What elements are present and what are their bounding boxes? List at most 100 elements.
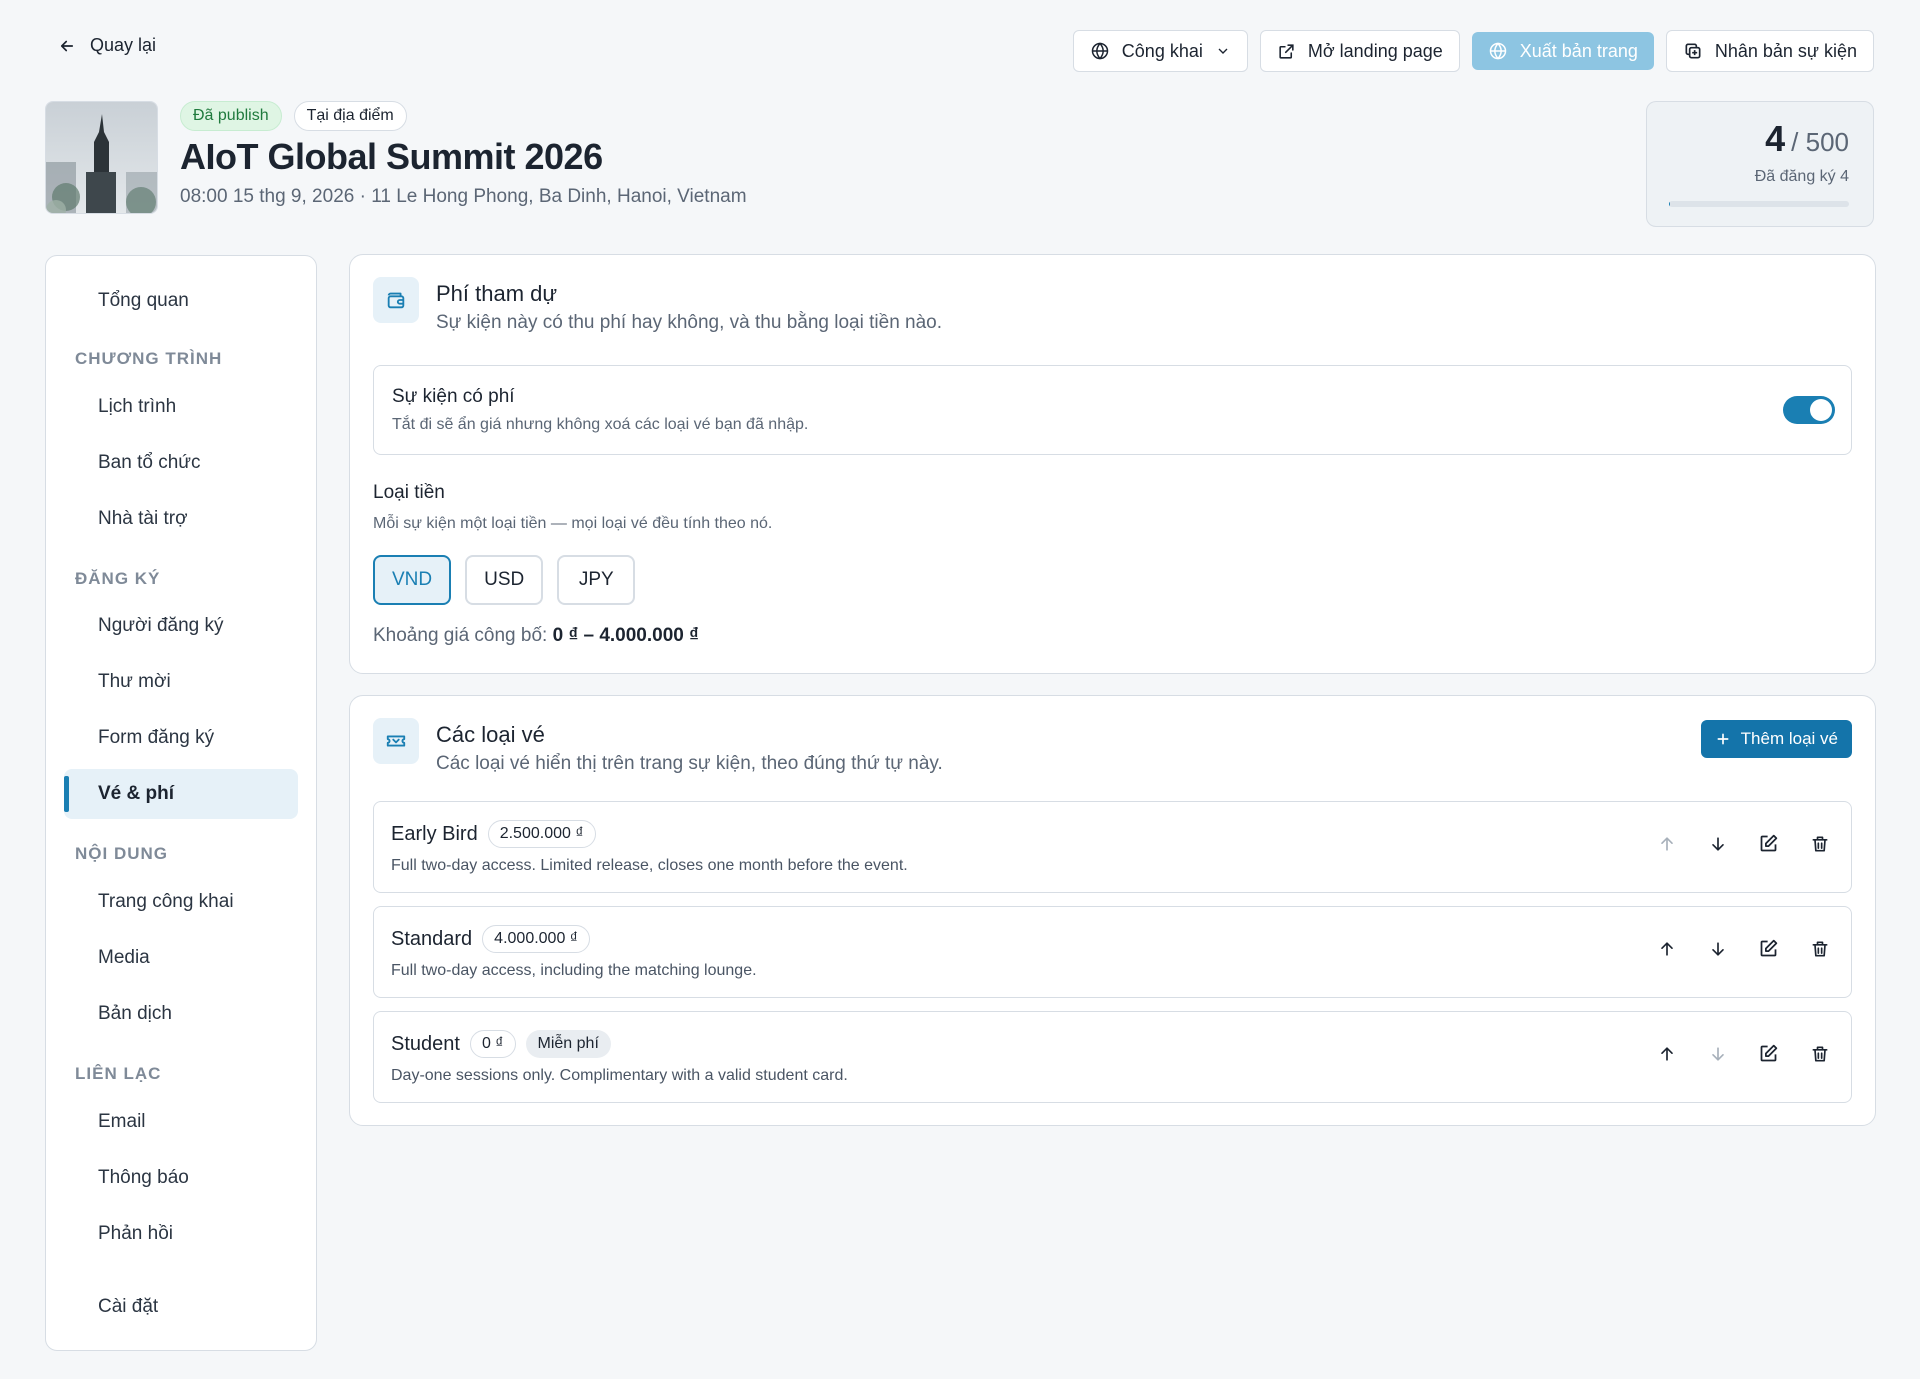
- open-landing-page-button[interactable]: Mở landing page: [1259, 30, 1460, 72]
- sidebar-item-settings[interactable]: Cài đặt: [64, 1282, 298, 1332]
- chevron-down-icon: [1215, 43, 1231, 59]
- back-button[interactable]: Quay lại: [58, 35, 156, 56]
- sidebar-item-translations[interactable]: Bản dịch: [64, 989, 298, 1039]
- sidebar-section-program: CHƯƠNG TRÌNH: [75, 349, 223, 368]
- sidebar: Tổng quan CHƯƠNG TRÌNH Lịch trình Ban tổ…: [45, 255, 317, 1351]
- sidebar-item-invitations[interactable]: Thư mời: [64, 657, 298, 707]
- ticket-row-early-bird: Early Bird 2.500.000 ₫ Full two-day acce…: [373, 801, 1852, 893]
- ticket-icon: [373, 718, 419, 764]
- plus-icon: [1715, 731, 1731, 747]
- edit-button[interactable]: [1753, 933, 1784, 964]
- event-badges: Đã publish Tại địa điểm: [180, 101, 407, 131]
- globe-icon: [1488, 41, 1508, 61]
- ticket-row-student: Student 0 ₫ Miễn phí Day-one sessions on…: [373, 1011, 1852, 1103]
- edit-button[interactable]: [1753, 828, 1784, 859]
- currency-option-usd[interactable]: USD: [465, 555, 544, 605]
- move-down-button[interactable]: [1702, 933, 1733, 964]
- sidebar-item-sponsors[interactable]: Nhà tài trợ: [64, 494, 298, 544]
- edit-icon: [1758, 833, 1779, 854]
- trash-icon: [1810, 939, 1830, 959]
- page-title: AIoT Global Summit 2026: [180, 136, 603, 177]
- ticket-name: Early Bird: [391, 822, 478, 845]
- ticket-name: Standard: [391, 927, 473, 950]
- ticket-name: Student: [391, 1032, 460, 1055]
- tickets-card-title: Các loại vé: [436, 722, 545, 747]
- ticket-head: Student 0 ₫ Miễn phí: [391, 1030, 611, 1058]
- currency-option-jpy[interactable]: JPY: [557, 555, 636, 605]
- registered-subtitle: Đã đăng ký 4: [1754, 168, 1849, 185]
- move-up-button[interactable]: [1651, 828, 1682, 859]
- registered-count: 4: [1765, 118, 1786, 159]
- visibility-label: Công khai: [1121, 40, 1203, 61]
- sidebar-item-feedback[interactable]: Phản hồi: [64, 1209, 298, 1259]
- ticket-price: 2.500.000 ₫: [487, 820, 596, 848]
- event-meta: 08:00 15 thg 9, 2026 · 11 Le Hong Phong,…: [180, 186, 747, 207]
- ticket-price: 0 ₫: [469, 1030, 516, 1058]
- paid-event-label: Sự kiện có phí: [392, 386, 515, 407]
- sidebar-item-schedule[interactable]: Lịch trình: [64, 382, 298, 432]
- attendance-fee-card: Phí tham dự Sự kiện này có thu phí hay k…: [349, 254, 1876, 674]
- arrow-up-icon: [1657, 939, 1677, 959]
- arrow-down-icon: [1708, 1044, 1728, 1064]
- external-link-icon: [1277, 42, 1296, 61]
- sidebar-section-contact: LIÊN LẠC: [75, 1064, 162, 1083]
- trash-icon: [1810, 1044, 1830, 1064]
- ticket-description: Day-one sessions only. Complimentary wit…: [391, 1067, 848, 1084]
- publish-page-button[interactable]: Xuất bản trang: [1471, 32, 1654, 70]
- ticket-actions: [1651, 933, 1835, 964]
- registration-count: 4 / 500: [1765, 118, 1849, 160]
- arrow-up-icon: [1657, 834, 1677, 854]
- sidebar-item-media[interactable]: Media: [64, 933, 298, 983]
- move-up-button[interactable]: [1651, 1038, 1682, 1069]
- wallet-icon: [373, 277, 419, 323]
- ticket-actions: [1651, 1038, 1835, 1069]
- duplicate-event-button[interactable]: Nhân bản sự kiện: [1665, 30, 1874, 72]
- currency-option-vnd[interactable]: VND: [373, 555, 452, 605]
- sidebar-item-organizers[interactable]: Ban tổ chức: [64, 438, 298, 488]
- sidebar-item-notifications[interactable]: Thông báo: [64, 1153, 298, 1203]
- ticket-description: Full two-day access. Limited release, cl…: [391, 857, 908, 874]
- delete-button[interactable]: [1804, 933, 1835, 964]
- sidebar-item-overview[interactable]: Tổng quan: [64, 276, 298, 326]
- duplicate-label: Nhân bản sự kiện: [1714, 40, 1857, 61]
- registration-progress-bar: [1669, 201, 1849, 207]
- currency-help: Mỗi sự kiện một loại tiền — mọi loại vé …: [373, 515, 773, 532]
- event-thumbnail: [45, 101, 158, 214]
- price-range-value: 0 ₫ – 4.000.000 ₫: [552, 625, 699, 646]
- sidebar-item-email[interactable]: Email: [64, 1097, 298, 1147]
- copy-icon: [1683, 41, 1703, 61]
- sidebar-item-public-page[interactable]: Trang công khai: [64, 877, 298, 927]
- sidebar-section-content: NỘI DUNG: [75, 844, 168, 863]
- fee-card-title: Phí tham dự: [436, 281, 558, 306]
- arrow-up-icon: [1657, 1044, 1677, 1064]
- sidebar-item-registrants[interactable]: Người đăng ký: [64, 601, 298, 651]
- open-landing-label: Mở landing page: [1307, 40, 1443, 61]
- toggle-knob: [1810, 399, 1832, 421]
- visibility-dropdown[interactable]: Công khai: [1072, 30, 1248, 72]
- price-range-label: Khoảng giá công bố:: [373, 625, 548, 646]
- move-down-button[interactable]: [1702, 1038, 1733, 1069]
- ticket-types-card: Các loại vé Các loại vé hiển thị trên tr…: [349, 695, 1876, 1126]
- tickets-card-description: Các loại vé hiển thị trên trang sự kiện,…: [436, 753, 943, 774]
- registration-progress-fill: [1669, 201, 1671, 207]
- back-label: Quay lại: [90, 35, 157, 55]
- move-down-button[interactable]: [1702, 828, 1733, 859]
- status-badge: Đã publish: [180, 101, 282, 131]
- delete-button[interactable]: [1804, 1038, 1835, 1069]
- sidebar-item-tickets-fees[interactable]: Vé & phí: [64, 769, 298, 819]
- ticket-actions: [1651, 828, 1835, 859]
- ticket-price: 4.000.000 ₫: [482, 925, 591, 953]
- trash-icon: [1810, 834, 1830, 854]
- add-ticket-type-button[interactable]: Thêm loại vé: [1700, 720, 1852, 758]
- sidebar-item-registration-form[interactable]: Form đăng ký: [64, 713, 298, 763]
- paid-event-toggle[interactable]: [1783, 396, 1835, 424]
- move-up-button[interactable]: [1651, 933, 1682, 964]
- edit-button[interactable]: [1753, 1038, 1784, 1069]
- ticket-head: Standard 4.000.000 ₫: [391, 925, 591, 953]
- currency-heading: Loại tiền: [373, 482, 445, 503]
- edit-icon: [1758, 938, 1779, 959]
- currency-options: VND USD JPY: [373, 555, 636, 605]
- registration-summary: 4 / 500 Đã đăng ký 4: [1646, 101, 1874, 227]
- sidebar-section-registration: ĐĂNG KÝ: [75, 569, 161, 588]
- delete-button[interactable]: [1804, 828, 1835, 859]
